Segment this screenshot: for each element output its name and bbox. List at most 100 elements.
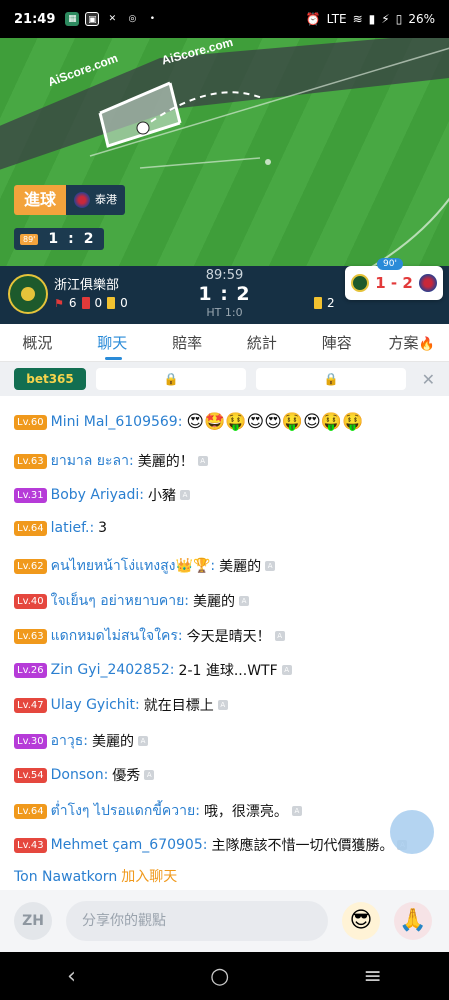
- chat-message: Lv.64 ต่ำโงๆ ไปรอแดกขี้ควาย: 哦，很漂亮。 A: [14, 800, 302, 822]
- chat-message: Lv.63 แดกหมดไม่สนใจใคร: 今天是晴天！ A: [14, 625, 285, 647]
- odds-ad-bar: bet365 🔒 🔒 ✕: [0, 362, 449, 396]
- level-badge: Lv.63: [14, 628, 47, 644]
- chat-username[interactable]: Zin Gyi_2402852:: [51, 662, 175, 678]
- chat-text: 優秀: [112, 768, 141, 784]
- away-yellow-cards: 2: [327, 296, 335, 310]
- recents-icon[interactable]: ≡: [363, 964, 381, 989]
- home-icon[interactable]: ○: [210, 964, 229, 989]
- chat-username[interactable]: Donson:: [51, 767, 109, 783]
- chat-username[interactable]: แดกหมดไม่สนใจใคร:: [51, 625, 183, 647]
- back-icon[interactable]: ‹: [67, 964, 76, 989]
- tab-lineups[interactable]: 陣容: [299, 324, 374, 362]
- chat-message: Lv.64 latief.: 3: [14, 520, 107, 536]
- chat-message: Lv.62 คนไทยหน้าโง่แทงสูง👑🏆: 美麗的 A: [14, 555, 276, 577]
- wifi-icon: ≋: [352, 12, 363, 26]
- chat-message: Lv.40 ใจเย็นๆ อย่าหยาบคาย: 美麗的 A: [14, 590, 249, 612]
- clock-time: 21:49: [14, 11, 56, 27]
- mini-scoreboard: 89' 1 : 2: [14, 228, 104, 250]
- chat-username[interactable]: Mehmet çam_670905:: [51, 837, 208, 853]
- team-crest-icon: [74, 192, 91, 208]
- tab-stats[interactable]: 統計: [224, 324, 299, 362]
- chat-text: 哦，很漂亮。: [203, 804, 288, 820]
- report-icon[interactable]: A: [197, 456, 208, 466]
- tab-overview[interactable]: 概況: [0, 324, 75, 362]
- lock-icon: 🔒: [163, 372, 179, 386]
- tab-chat[interactable]: 聊天: [75, 324, 150, 362]
- level-badge: Lv.64: [14, 520, 47, 536]
- chat-username[interactable]: ยามาล ยะลา:: [51, 450, 134, 472]
- join-username: Ton Nawatkorn: [14, 869, 118, 885]
- app-notification-icon: ▣: [85, 12, 100, 26]
- report-icon[interactable]: A: [138, 736, 149, 746]
- bet365-logo[interactable]: bet365: [14, 368, 86, 390]
- pray-icon[interactable]: 🙏: [394, 902, 432, 940]
- level-badge: Lv.62: [14, 558, 47, 574]
- chat-text: 就在目標上: [143, 698, 214, 714]
- report-icon[interactable]: A: [217, 700, 228, 710]
- chat-text: 美麗的: [193, 594, 235, 610]
- level-badge: Lv.30: [14, 733, 47, 749]
- floating-score-widget[interactable]: 90' 1 - 2: [345, 258, 443, 300]
- chat-username[interactable]: คนไทยหน้าโง่แทงสูง👑🏆:: [51, 555, 215, 577]
- report-icon[interactable]: A: [239, 596, 249, 606]
- report-icon[interactable]: A: [291, 806, 302, 816]
- floating-score: 1 - 2: [375, 274, 413, 292]
- chat-username[interactable]: latief.:: [51, 520, 95, 536]
- avatar[interactable]: ZH: [14, 902, 52, 940]
- mini-minute: 89': [20, 233, 39, 245]
- chat-username[interactable]: ต่ำโงๆ ไปรอแดกขี้ควาย:: [51, 800, 200, 822]
- alarm-icon: ⏰: [305, 12, 321, 26]
- chat-username[interactable]: Ulay Gyichit:: [51, 697, 140, 713]
- report-icon[interactable]: A: [281, 665, 292, 675]
- tab-odds[interactable]: 賠率: [150, 324, 225, 362]
- flame-icon: 🔥: [418, 336, 435, 352]
- chat-text: 今天是晴天！: [186, 629, 271, 645]
- report-icon[interactable]: A: [274, 631, 285, 641]
- status-bar: 21:49 ▦ ▣ ✕ ◎ • ⏰ LTE ≋ ▮ ⚡ ▯ 26%: [0, 0, 449, 38]
- report-icon[interactable]: A: [265, 561, 276, 571]
- app-notification-icon: ▦: [65, 12, 80, 26]
- locked-odds-box[interactable]: 🔒: [256, 368, 406, 390]
- goal-team-name: 泰港: [95, 193, 118, 206]
- tab-tips-label: 方案: [388, 333, 419, 352]
- chat-username[interactable]: Mini Mal_6109569:: [51, 414, 183, 430]
- chat-username[interactable]: ใจเย็นๆ อย่าหยาบคาย:: [51, 590, 189, 612]
- chat-input[interactable]: 分享你的觀點: [66, 901, 328, 941]
- chat-username[interactable]: อาวุธ:: [51, 730, 88, 752]
- close-icon[interactable]: ✕: [422, 370, 435, 389]
- mini-away-score: 2: [83, 231, 94, 247]
- charging-icon: ⚡: [381, 12, 390, 26]
- chat-bubble-button[interactable]: [390, 810, 434, 854]
- chat-text: 美麗的: [92, 734, 135, 750]
- join-notice: Ton Nawatkorn 加入聊天: [14, 866, 177, 886]
- chat-username[interactable]: Boby Ariyadi:: [51, 487, 144, 503]
- yellow-card-icon: [314, 297, 322, 309]
- chat-text: 3: [98, 520, 108, 536]
- level-badge: Lv.64: [14, 803, 47, 819]
- instagram-icon: ◎: [128, 14, 137, 24]
- chat-text: 2-1 進球...WTF: [178, 663, 278, 679]
- battery-percent: 26%: [408, 12, 435, 26]
- chat-input-bar: ZH 分享你的觀點 😎 🙏: [0, 890, 449, 952]
- chat-list[interactable]: Lv.60 Mini Mal_6109569: 😍🤩🤑😍😍🤑😍🤑🤑 Lv.63 …: [0, 396, 449, 890]
- report-icon[interactable]: A: [180, 490, 190, 500]
- emoji-icon[interactable]: 😎: [342, 902, 380, 940]
- goal-team: 泰港: [66, 185, 126, 215]
- chat-message: Lv.31 Boby Ariyadi: 小豬 A: [14, 485, 190, 505]
- dot-icon: •: [149, 14, 156, 24]
- chat-message: Lv.26 Zin Gyi_2402852: 2-1 進球...WTF A: [14, 660, 292, 680]
- signal-icon: ▮: [368, 12, 376, 26]
- ball-icon: [136, 121, 150, 135]
- chat-text: 主隊應該不惜一切代價獲勝。: [211, 838, 394, 854]
- goal-label: 進球: [14, 185, 67, 215]
- battery-icon: ▯: [395, 12, 403, 26]
- join-action: 加入聊天: [121, 869, 178, 885]
- chat-text: 😍🤩🤑😍😍🤑😍🤑🤑: [186, 412, 364, 432]
- locked-odds-box[interactable]: 🔒: [96, 368, 246, 390]
- tab-tips[interactable]: 方案🔥: [374, 324, 449, 362]
- network-label: LTE: [326, 12, 347, 26]
- chat-message: Lv.47 Ulay Gyichit: 就在目標上 A: [14, 695, 228, 715]
- level-badge: Lv.40: [14, 593, 47, 609]
- mini-separator: :: [68, 231, 74, 247]
- report-icon[interactable]: A: [144, 770, 155, 780]
